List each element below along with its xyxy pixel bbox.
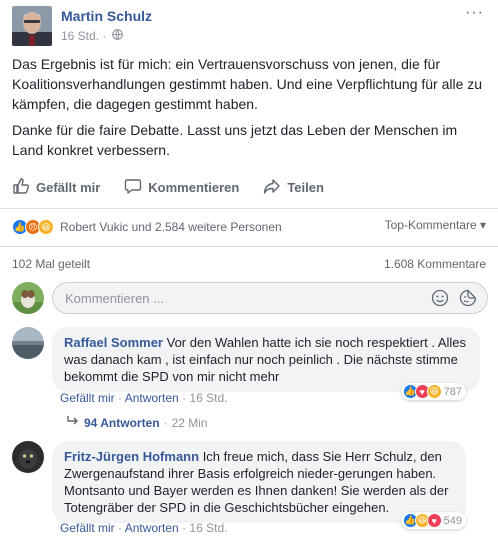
comment-placeholder: Kommentieren ... [65, 291, 164, 306]
post-paragraph: Das Ergebnis ist für mich: ein Vertrauen… [12, 56, 483, 112]
haha-reaction-icon: 😆 [426, 384, 442, 399]
share-label: Teilen [287, 179, 324, 195]
divider [0, 246, 498, 247]
comment-count[interactable]: 1.608 Kommentare [384, 257, 486, 271]
view-replies[interactable]: 94 Antworten · 22 Min [66, 415, 208, 430]
author-name[interactable]: Martin Schulz [61, 8, 152, 24]
haha-reaction-icon: 😆 [38, 219, 54, 235]
comment-item: Raffael Sommer Vor den Wahlen hatte ich … [12, 327, 492, 407]
share-count[interactable]: 102 Mal geteilt [12, 257, 90, 271]
comment-meta: Gefällt mir · Antworten · 16 Std. [60, 521, 228, 535]
commenter-avatar[interactable] [12, 327, 44, 359]
reactions-summary[interactable]: 👍 😠 😆 Robert Vukic und 2.584 weitere Per… [12, 218, 486, 236]
love-reaction-icon: ♥ [426, 513, 442, 528]
comment-input[interactable]: Kommentieren ... [52, 282, 488, 314]
thumbs-up-icon [12, 177, 30, 198]
reaction-summary-text[interactable]: Robert Vukic und 2.584 weitere Personen [60, 220, 282, 234]
post-body: Das Ergebnis ist für mich: ein Vertrauen… [12, 54, 490, 166]
comment-time[interactable]: 16 Std. [189, 521, 227, 535]
reaction-count: 787 [443, 385, 462, 398]
replies-count[interactable]: 94 Antworten [84, 416, 160, 430]
sort-dropdown[interactable]: Top-Kommentare ▾ [385, 218, 486, 232]
divider [0, 208, 498, 209]
replies-time: 22 Min [171, 415, 208, 430]
composer-icons [431, 289, 477, 310]
commenter-avatar[interactable] [12, 441, 44, 473]
share-button[interactable]: Teilen [263, 177, 324, 198]
comment-reply-link[interactable]: Antworten [125, 391, 179, 405]
comment-bubble: Fritz-Jürgen Hofmann Ich freue mich, das… [52, 441, 466, 523]
emoji-icon[interactable] [431, 289, 449, 310]
comment-time[interactable]: 16 Std. [189, 391, 227, 405]
comment-reactions[interactable]: 👍 😆 ♥ 549 [400, 512, 466, 529]
post-actions: Gefällt mir Kommentieren Teilen [12, 173, 486, 201]
comment-like-link[interactable]: Gefällt mir [60, 521, 115, 535]
reaction-icons: 👍 😠 😆 [12, 219, 54, 235]
comment-item: Fritz-Jürgen Hofmann Ich freue mich, das… [12, 441, 492, 537]
comment-like-link[interactable]: Gefällt mir [60, 391, 115, 405]
comment-icon [124, 177, 142, 198]
sticker-icon[interactable] [459, 289, 477, 310]
like-label: Gefällt mir [36, 179, 101, 195]
comment-meta: Gefällt mir · Antworten · 16 Std. [60, 391, 228, 405]
post-time[interactable]: 16 Std. · [61, 29, 106, 43]
post-header: Martin Schulz 16 Std. · ··· [12, 4, 486, 48]
post-stats: 102 Mal geteilt 1.608 Kommentare [12, 257, 486, 271]
reaction-count: 549 [443, 514, 462, 527]
comment-composer: Kommentieren ... [12, 282, 488, 314]
reply-arrow-icon [66, 415, 80, 430]
author-avatar[interactable] [12, 6, 52, 46]
user-avatar [12, 282, 44, 314]
commenter-name[interactable]: Raffael Sommer [64, 335, 163, 350]
comment-reactions[interactable]: 👍 ♥ 😆 787 [400, 383, 466, 400]
comment-button[interactable]: Kommentieren [124, 177, 239, 198]
post-meta: 16 Std. · [61, 29, 124, 43]
comment-reply-link[interactable]: Antworten [125, 521, 179, 535]
like-button[interactable]: Gefällt mir [12, 177, 100, 198]
comment-label: Kommentieren [148, 179, 240, 195]
more-options-icon[interactable]: ··· [465, 4, 484, 22]
commenter-name[interactable]: Fritz-Jürgen Hofmann [64, 449, 199, 464]
post-paragraph: Danke für die faire Debatte. Lasst uns j… [12, 122, 458, 158]
share-icon [263, 177, 281, 198]
globe-icon [112, 29, 124, 43]
